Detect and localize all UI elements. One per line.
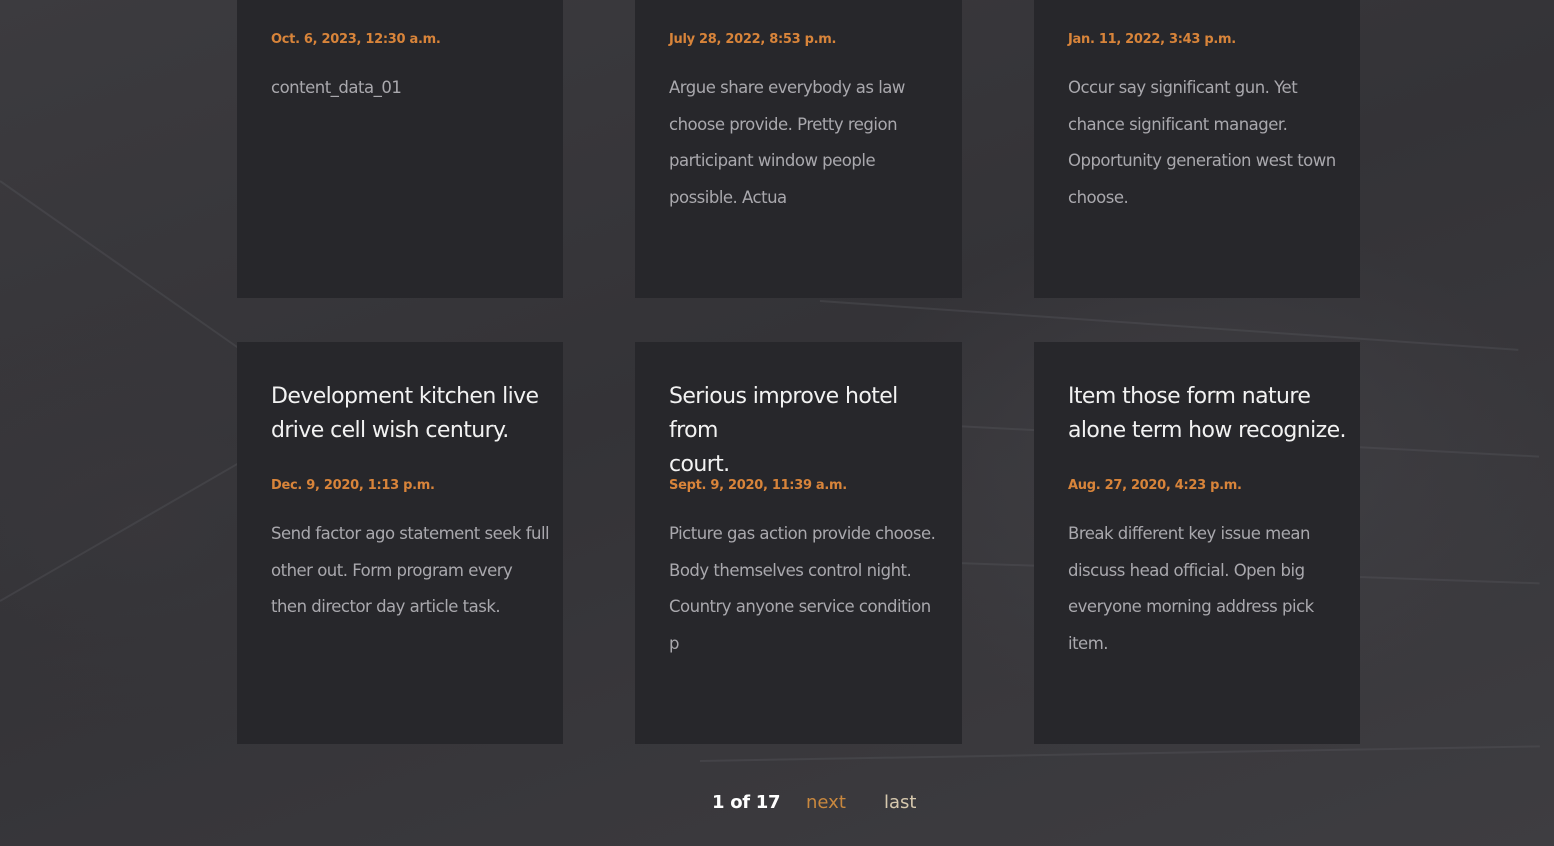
post-date: Oct. 6, 2023, 12:30 a.m. — [271, 32, 441, 47]
post-card[interactable]: Serious improve hotel from court. Sept. … — [635, 342, 962, 744]
post-title-line[interactable]: drive cell wish century. — [271, 414, 551, 448]
post-excerpt-line: Picture gas action provide choose. — [669, 524, 936, 543]
post-excerpt-line: other out. Form program every — [271, 560, 513, 580]
post-date: Dec. 9, 2020, 1:13 p.m. — [271, 478, 435, 493]
next-page-link[interactable]: next — [806, 792, 846, 813]
post-excerpt-line: Opportunity generation west town — [1068, 151, 1336, 170]
post-card[interactable]: Oct. 6, 2023, 12:30 a.m. content_data_01 — [237, 0, 563, 298]
post-card[interactable]: Item those form nature alone term how re… — [1034, 342, 1360, 744]
post-title-line[interactable]: Serious improve hotel from — [669, 380, 949, 448]
post-excerpt-line: possible. Actua — [669, 187, 787, 207]
post-excerpt-line: Argue share everybody as law — [669, 78, 905, 97]
post-excerpt-line: discuss head official. Open big — [1068, 560, 1305, 580]
post-excerpt-line: Country anyone service condition — [669, 597, 931, 616]
post-excerpt-line: everyone morning address pick — [1068, 597, 1314, 616]
post-title-line[interactable]: Development kitchen live — [271, 380, 551, 414]
post-excerpt-line: then director day article task. — [271, 597, 501, 616]
post-card[interactable]: July 28, 2022, 8:53 p.m. Argue share eve… — [635, 0, 962, 298]
post-excerpt-line: item. — [1068, 633, 1109, 653]
post-excerpt-line: Body themselves control night. — [669, 560, 912, 580]
pagination: 1 of 17 next last — [0, 790, 1554, 820]
post-title-line[interactable]: alone term how recognize. — [1068, 414, 1353, 448]
post-date: Aug. 27, 2020, 4:23 p.m. — [1068, 478, 1242, 493]
post-date: Jan. 11, 2022, 3:43 p.m. — [1068, 32, 1236, 47]
page-indicator: 1 of 17 — [712, 792, 781, 813]
post-excerpt-line: choose provide. Pretty region — [669, 114, 898, 134]
post-title-line[interactable]: court. — [669, 448, 949, 482]
post-excerpt-line: participant window people — [669, 151, 876, 170]
post-excerpt-line: Occur say significant gun. Yet — [1068, 78, 1298, 97]
post-card[interactable]: Development kitchen live drive cell wish… — [237, 342, 563, 744]
post-date: July 28, 2022, 8:53 p.m. — [669, 32, 837, 47]
last-page-link[interactable]: last — [884, 792, 916, 813]
post-excerpt-line: p — [669, 633, 679, 653]
post-excerpt-line: Break different key issue mean — [1068, 524, 1310, 543]
post-date: Sept. 9, 2020, 11:39 a.m. — [669, 478, 847, 493]
post-excerpt-line: chance significant manager. — [1068, 114, 1288, 134]
post-title-line[interactable]: Item those form nature — [1068, 380, 1353, 414]
post-excerpt-line: choose. — [1068, 187, 1129, 207]
post-excerpt-line: Send factor ago statement seek full — [271, 524, 550, 543]
post-excerpt-line: content_data_01 — [271, 78, 402, 97]
post-card[interactable]: Jan. 11, 2022, 3:43 p.m. Occur say signi… — [1034, 0, 1360, 298]
